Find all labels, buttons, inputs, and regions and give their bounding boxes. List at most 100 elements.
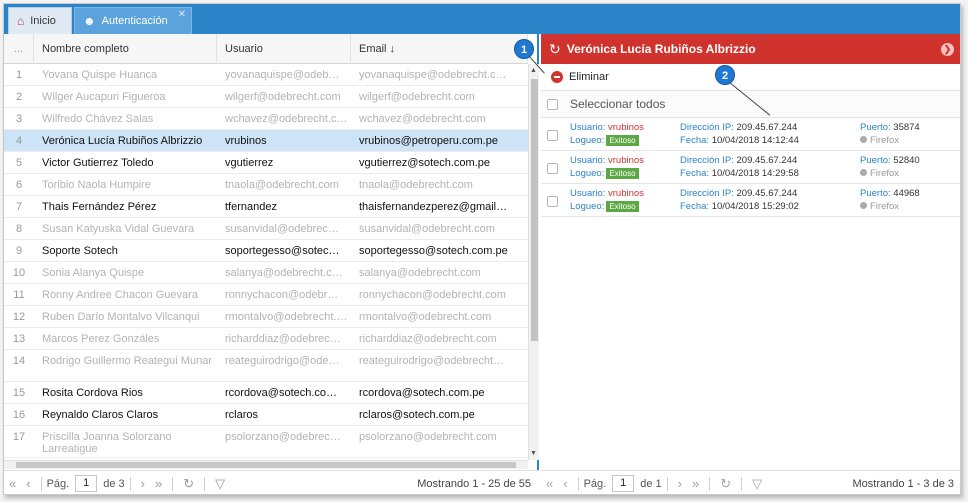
session-checkbox[interactable] <box>547 163 558 174</box>
ip-label: Dirección IP: <box>680 155 734 166</box>
table-row[interactable]: 17 Priscilla Joanna Solorzano Larreatigue… <box>4 426 528 458</box>
cell-user: ronnychacon@odebr… <box>225 289 339 301</box>
column-header-user[interactable]: Usuario <box>217 34 351 64</box>
table-row[interactable]: 9 Soporte Sotech soportegesso@sotec… soport… <box>4 240 528 262</box>
cell-email: thaisfernandezperez@gmail… <box>359 201 508 213</box>
last-page-icon[interactable]: » <box>150 476 167 491</box>
pager-divider <box>666 476 668 491</box>
table-row[interactable]: 5 Victor Gutierrez Toledo vgutierrez vgutie… <box>4 152 528 174</box>
session-port-col: Puerto: 52840 Firefox <box>860 154 940 183</box>
select-all-checkbox[interactable] <box>547 98 558 110</box>
first-page-icon[interactable]: « <box>4 476 21 491</box>
logueo-label: Logueo: <box>570 168 605 179</box>
detail-title: Verónica Lucía Rubiños Albrizzio <box>566 42 756 56</box>
scrollbar-thumb[interactable] <box>531 79 538 341</box>
session-date: 10/04/2018 14:29:58 <box>711 168 799 179</box>
table-row[interactable]: 4 Verónica Lucía Rubiños Albrizzio vrubino… <box>4 130 528 152</box>
table-row[interactable]: 16 Reynaldo Claros Claros rclaros rclaros@s… <box>4 404 528 426</box>
fecha-label: Fecha: <box>680 135 710 146</box>
cell-name: Sonia Alanya Quispe <box>42 267 145 279</box>
session-checkbox[interactable] <box>547 130 558 141</box>
cell-name: Toribio Naola Humpire <box>42 179 151 191</box>
table-row[interactable]: 12 Ruben Darío Montalvo Vilcanqui rmontalv… <box>4 306 528 328</box>
page-of-label: de 1 <box>640 477 662 490</box>
delete-label: Eliminar <box>569 71 609 83</box>
cell-name: Rodrigo Guillermo Reategui Munar <box>42 355 212 367</box>
delete-button[interactable]: Eliminar <box>551 71 609 83</box>
page-input[interactable]: 1 <box>612 475 635 492</box>
filter-icon[interactable]: ▽ <box>747 476 767 492</box>
table-row[interactable]: 15 Rosita Cordova Rios rcordova@sotech.co…… <box>4 382 528 404</box>
filter-icon[interactable]: ▽ <box>210 476 230 492</box>
cell-name: Ruben Darío Montalvo Vilcanqui <box>42 311 200 323</box>
fecha-label: Fecha: <box>680 168 710 179</box>
cell-user: rclaros <box>225 409 259 421</box>
cell-user: yovanaquispe@odeb… <box>225 69 340 81</box>
row-number: 14 <box>12 355 26 367</box>
sessions-summary: Mostrando 1 - 3 de 3 <box>852 477 954 490</box>
refresh-icon[interactable]: ↻ <box>178 476 199 492</box>
prev-page-icon[interactable]: ‹ <box>558 476 572 491</box>
table-row[interactable]: 7 Thais Fernández Pérez tfernandez thaisfer… <box>4 196 528 218</box>
session-item[interactable]: Usuario: vrubinos Logueo: Exitoso Dirección… <box>541 151 960 184</box>
refresh-icon[interactable]: ↻ <box>549 41 561 58</box>
cell-user: tnaola@odebrecht.com <box>225 179 339 191</box>
last-page-icon[interactable]: » <box>687 476 704 491</box>
cell-email: rmontalvo@odebrecht.com <box>359 311 492 323</box>
cell-user: rmontalvo@odebrecht.com <box>225 311 351 323</box>
column-header-email[interactable]: Email ↓ <box>351 34 528 64</box>
tab-inicio[interactable]: ⌂ Inicio <box>8 7 72 34</box>
session-ip-col: Dirección IP: 209.45.67.244 Fecha: 10/04/… <box>680 187 860 216</box>
cell-name: Soporte Sotech <box>42 245 118 257</box>
first-page-icon[interactable]: « <box>541 476 558 491</box>
cell-name: Thais Fernández Pérez <box>42 201 157 213</box>
detail-header: ↻ Verónica Lucía Rubiños Albrizzio ❯ <box>541 34 960 64</box>
table-row[interactable]: 8 Susan Katyuska Vidal Guevara susanvidal@… <box>4 218 528 240</box>
scroll-down-icon[interactable]: ▼ <box>530 450 537 457</box>
row-number: 9 <box>15 245 23 257</box>
session-ip: 209.45.67.244 <box>736 155 798 166</box>
table-row[interactable]: 1 Yovana Quispe Huanca yovanaquispe@odeb… y… <box>4 64 528 86</box>
cell-name: Marcos Perez Gonzáles <box>42 333 160 345</box>
table-row[interactable]: 11 Ronny Andree Chacon Guevara ronnychacon… <box>4 284 528 306</box>
session-browser: Firefox <box>870 168 900 179</box>
next-page-icon[interactable]: › <box>136 476 150 491</box>
table-row[interactable]: 10 Sonia Alanya Quispe salanya@odebrecht.c… <box>4 262 528 284</box>
sessions-panel: ↻ Verónica Lucía Rubiños Albrizzio ❯ Eli… <box>541 34 960 494</box>
select-all-label: Seleccionar todos <box>570 97 666 111</box>
cell-name: Yovana Quispe Huanca <box>42 69 158 81</box>
next-page-icon[interactable]: › <box>673 476 687 491</box>
cell-user: wilgerf@odebrecht.com <box>225 91 341 103</box>
session-item[interactable]: Usuario: vrubinos Logueo: Exitoso Dirección… <box>541 184 960 217</box>
session-port: 52840 <box>893 155 920 166</box>
refresh-icon[interactable]: ↻ <box>715 476 736 492</box>
table-row[interactable]: 14 Rodrigo Guillermo Reategui Munar reateg… <box>4 350 528 382</box>
port-label: Puerto: <box>860 188 891 199</box>
select-all-row[interactable]: Seleccionar todos <box>541 91 960 118</box>
cell-name: Priscilla Joanna Solorzano Larreatigue <box>42 431 172 455</box>
table-row[interactable]: 2 Wilger Aucapuri Figueroa wilgerf@odebrec… <box>4 86 528 108</box>
session-checkbox[interactable] <box>547 196 558 207</box>
horizontal-scrollbar-thumb[interactable] <box>16 462 516 468</box>
row-number: 10 <box>12 267 26 279</box>
table-row[interactable]: 3 Wilfredo Chávez Salas wchavez@odebrecht.… <box>4 108 528 130</box>
prev-page-icon[interactable]: ‹ <box>21 476 35 491</box>
session-item[interactable]: Usuario: vrubinos Logueo: Exitoso Dirección… <box>541 118 960 151</box>
session-user-col: Usuario: vrubinos Logueo: Exitoso <box>570 121 680 150</box>
tab-autenticacion[interactable]: ☻ Autenticación ✕ <box>74 7 192 34</box>
horizontal-scrollbar[interactable] <box>4 460 528 469</box>
pager-divider <box>741 476 743 491</box>
cell-name: Wilger Aucapuri Figueroa <box>42 91 166 103</box>
column-header-name[interactable]: Nombre completo <box>34 34 217 64</box>
sessions-list: Usuario: vrubinos Logueo: Exitoso Dirección… <box>541 118 960 217</box>
table-row[interactable]: 13 Marcos Perez Gonzáles richarddiaz@odebr… <box>4 328 528 350</box>
table-row[interactable]: 6 Toribio Naola Humpire tnaola@odebrecht.c… <box>4 174 528 196</box>
session-port-col: Puerto: 44968 Firefox <box>860 187 940 216</box>
vertical-scrollbar[interactable]: ▲ ▼ <box>528 64 539 460</box>
cell-name: Ronny Andree Chacon Guevara <box>42 289 198 301</box>
session-date: 10/04/2018 14:12:44 <box>711 135 799 146</box>
scroll-up-icon[interactable]: ▲ <box>530 67 537 74</box>
close-icon[interactable]: ✕ <box>178 9 186 20</box>
page-input[interactable]: 1 <box>75 475 98 492</box>
chevron-right-icon[interactable]: ❯ <box>941 42 954 56</box>
